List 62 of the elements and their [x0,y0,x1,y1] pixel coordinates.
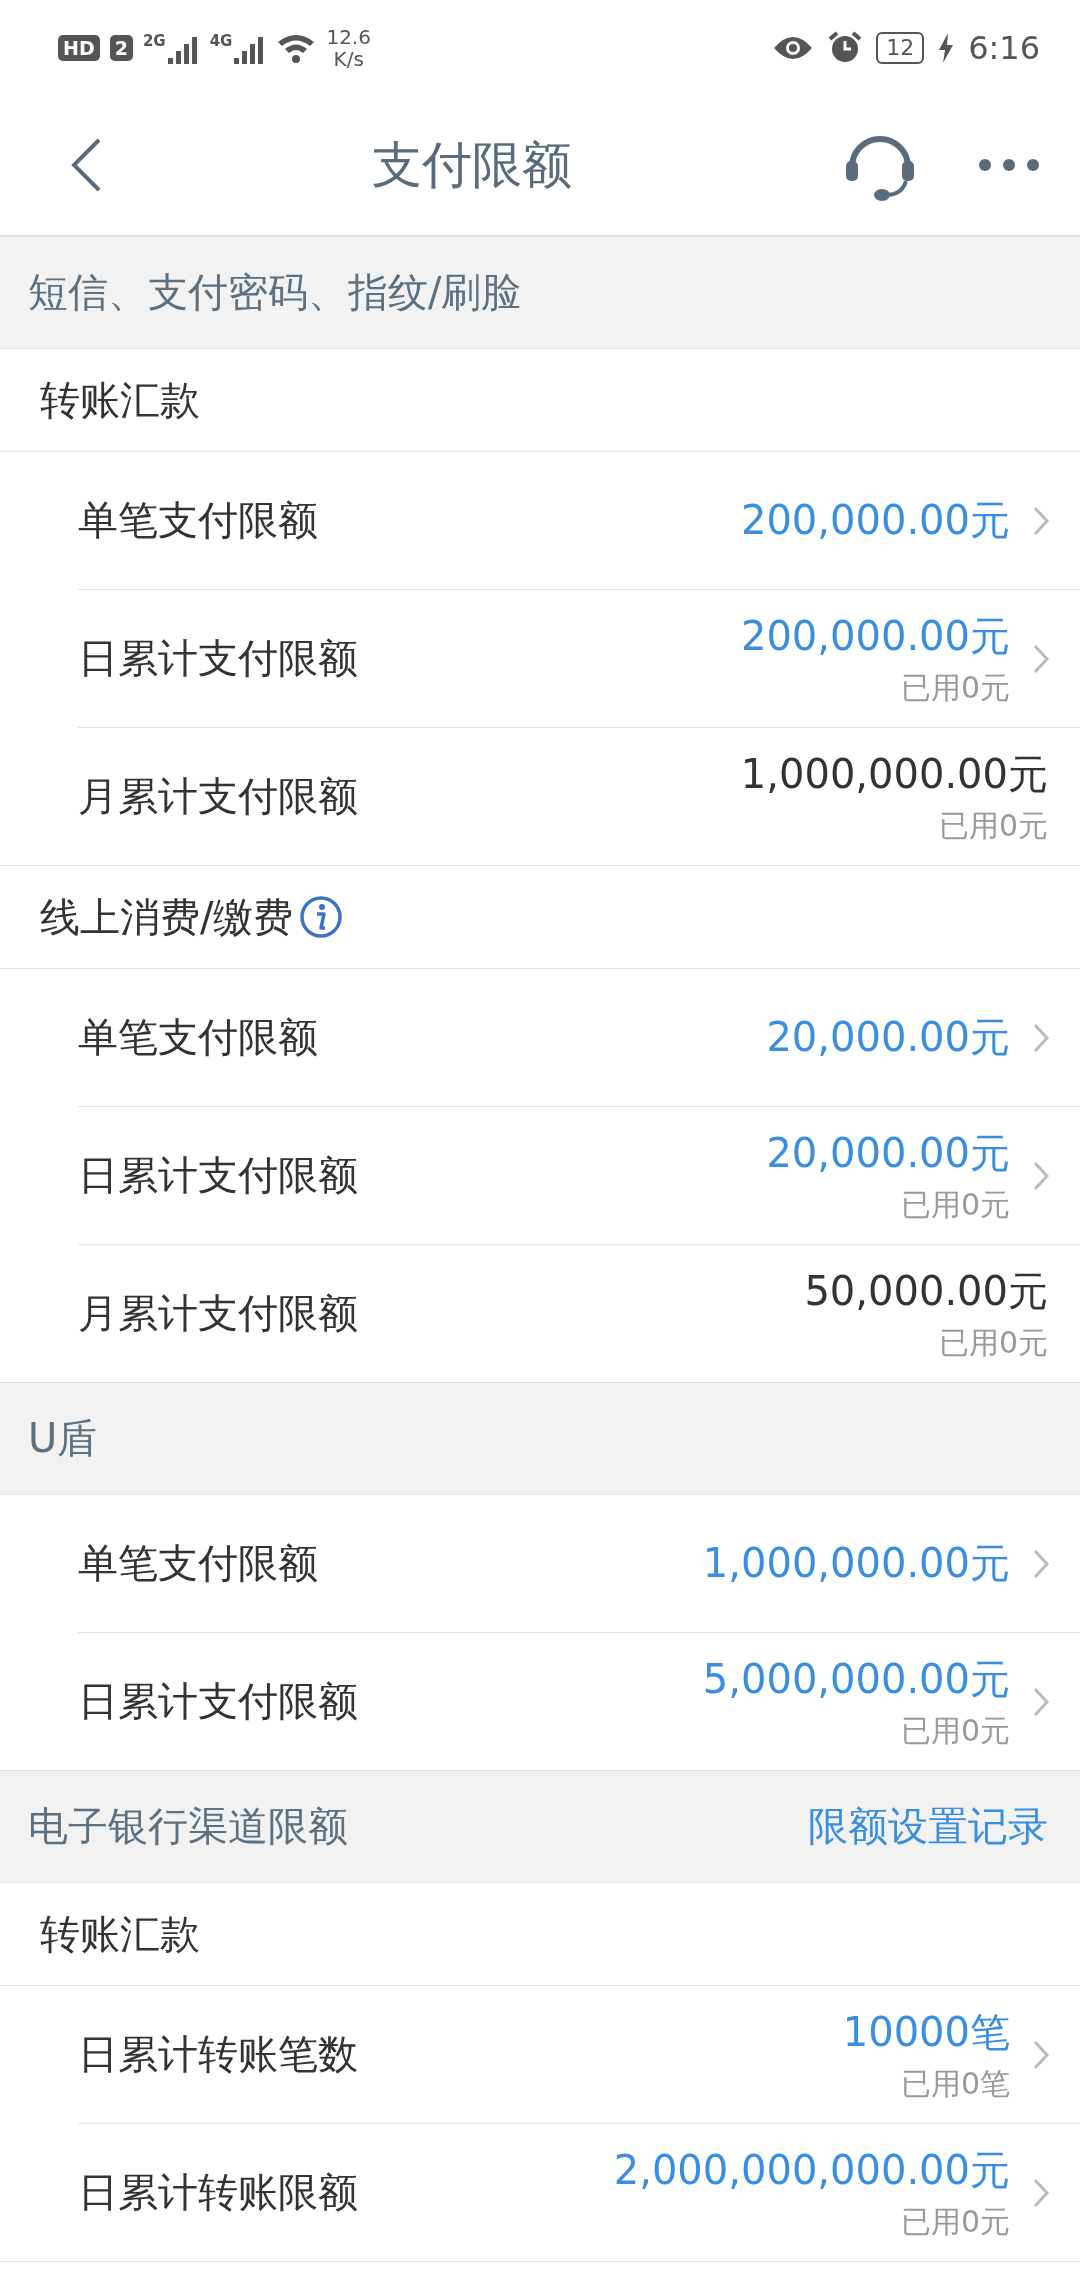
limit-label: 日累计转账笔数 [78,2030,358,2079]
used-amount: 已用0元 [900,668,1010,707]
limit-label: 日累计支付限额 [78,634,358,683]
group-title: 转账汇款 [40,375,200,425]
limit-row[interactable]: 日累计支付限额 200,000.00元 已用0元 [78,590,1080,728]
network-type: 2G [142,31,166,50]
limit-label: 月累计支付限额 [78,1289,358,1338]
used-amount: 已用0元 [900,1185,1010,1224]
group-title: 线上消费/缴费 [40,892,294,942]
limit-label: 单笔支付限额 [78,496,318,545]
limit-value: 5,000,000.00元 [702,1654,1010,1704]
section-title: U盾 [28,1414,98,1463]
chevron-right-icon [1032,2038,1050,2071]
used-amount: 已用0笔 [900,2064,1010,2103]
chevron-right-icon [1032,1685,1050,1718]
limit-label: 单笔支付限额 [78,1539,318,1588]
chevron-right-icon [1032,1021,1050,1054]
chevron-right-icon [1032,1547,1050,1580]
section-title: 电子银行渠道限额 [28,1802,348,1851]
info-icon[interactable] [299,895,344,939]
group-title: 转账汇款 [40,1909,200,1959]
sim-badge: 2 [109,34,133,61]
network-type: 4G [209,31,233,50]
limit-row[interactable]: 单笔支付限额 1,000,000.00元 [78,1495,1080,1633]
network-speed: 12.6 [326,25,371,48]
limit-label: 月累计支付限额 [78,772,358,821]
limit-value: 2,000,000,000.00元 [613,2145,1010,2195]
limit-value: 50,000.00元 [804,1266,1048,1316]
page-title: 支付限额 [372,134,572,196]
section-title: 短信、支付密码、指纹/刷脸 [28,268,522,317]
battery-level: 12 [876,31,925,64]
limit-row[interactable]: 单笔支付限额 20,000.00元 [78,969,1080,1107]
limit-row[interactable]: 单笔支付限额 200,000.00元 [78,452,1080,590]
limit-value: 200,000.00元 [740,611,1010,661]
speed-unit: K/s [333,47,364,70]
limit-label: 日累计支付限额 [78,1677,358,1726]
chevron-right-icon [1032,642,1050,675]
limit-label: 单笔支付限额 [78,1013,318,1062]
used-amount: 已用0元 [900,2202,1010,2241]
chevron-right-icon [1032,504,1050,537]
back-icon[interactable] [70,137,102,193]
limit-row[interactable]: 日累计转账限额 2,000,000,000.00元 已用0元 [0,2124,1080,2262]
clock-time: 6:16 [968,28,1040,67]
limit-value: 20,000.00元 [766,1128,1010,1178]
limit-value: 200,000.00元 [740,496,1010,545]
used-amount: 已用0元 [938,806,1048,845]
limit-row[interactable]: 日累计转账笔数 10000笔 已用0笔 [78,1986,1080,2124]
limit-value: 20,000.00元 [766,1013,1010,1062]
limit-row[interactable]: 日累计支付限额 20,000.00元 已用0元 [78,1107,1080,1245]
chevron-right-icon [1032,1159,1050,1192]
limit-value: 1,000,000.00元 [702,1539,1010,1588]
limit-value: 1,000,000.00元 [740,749,1048,799]
more-icon[interactable] [978,158,1040,172]
used-amount: 已用0元 [938,1323,1048,1362]
limit-value: 10000笔 [842,2007,1010,2057]
alarm-icon [828,30,863,65]
used-amount: 已用0元 [900,1711,1010,1750]
charging-icon [938,32,955,63]
hd-badge: HD [58,34,100,61]
chevron-right-icon [1032,2176,1050,2209]
limit-label: 日累计支付限额 [78,1151,358,1200]
limit-label: 日累计转账限额 [78,2168,358,2217]
